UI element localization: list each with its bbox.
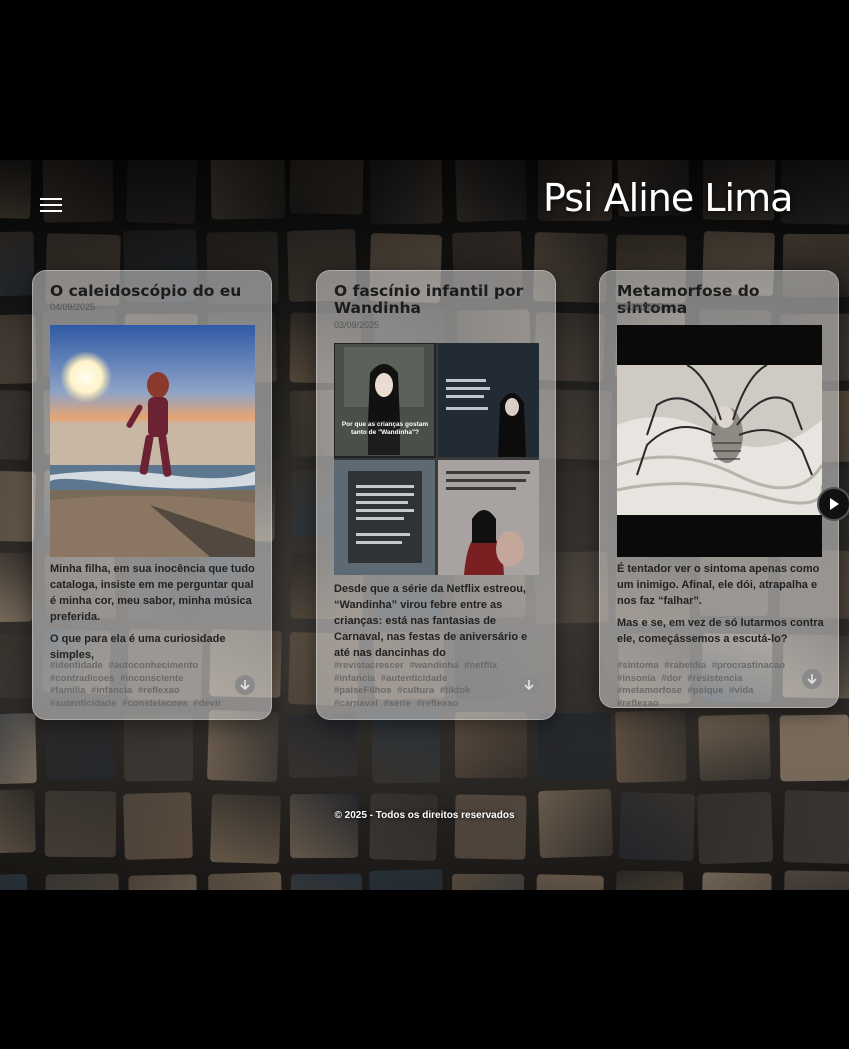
tag[interactable]: #netflix xyxy=(464,660,497,671)
tag[interactable]: #dor xyxy=(661,673,682,684)
tag[interactable]: #revistacrescer xyxy=(334,660,404,671)
post-excerpt: É tentador ver o sintoma apenas como um … xyxy=(617,563,824,645)
post-tags: #identidade #autoconhecimento #contradic… xyxy=(50,660,225,710)
menu-button[interactable] xyxy=(40,198,62,214)
post-image-bed-creature[interactable] xyxy=(617,325,822,557)
arrow-down-icon xyxy=(240,680,250,691)
tag[interactable]: #contradicoes xyxy=(50,673,114,684)
tag[interactable]: #infancia xyxy=(334,673,375,684)
tag[interactable]: #infancia xyxy=(91,685,132,696)
tag[interactable]: #insonia xyxy=(617,673,656,684)
post-card-2[interactable]: O fascínio infantil por Wandinha 03/09/2… xyxy=(316,270,556,720)
expand-down-button[interactable] xyxy=(519,675,539,695)
tag[interactable]: #identidade xyxy=(50,660,103,671)
site-logo[interactable]: Psi Aline Lima xyxy=(543,176,793,220)
tag[interactable]: #devir xyxy=(193,698,221,709)
tag[interactable]: #rabeldia xyxy=(664,660,706,671)
post-date: 03/09/2025 xyxy=(617,302,663,312)
arrow-down-icon xyxy=(524,680,534,691)
carousel-next-button[interactable] xyxy=(817,487,849,521)
tag[interactable]: #serie xyxy=(383,698,410,709)
next-arrow-icon xyxy=(830,498,839,510)
tag[interactable]: #paiseFilhos xyxy=(334,685,392,696)
post-excerpt: Desde que a série da Netflix estreou, “W… xyxy=(334,583,528,659)
post-image-wandinha-collage[interactable]: Por que as crianças gostam tanto de "Wan… xyxy=(334,343,539,575)
post-date: 03/09/2025 xyxy=(334,320,380,330)
tag[interactable]: #sintoma xyxy=(617,660,659,671)
expand-down-button[interactable] xyxy=(802,669,822,689)
tag[interactable]: #autoconhecimento xyxy=(108,660,198,671)
tag[interactable]: #cultura xyxy=(397,685,434,696)
post-card-3[interactable]: Metamorfose do sintoma 03/09/2025 É tent… xyxy=(599,270,839,710)
tag[interactable]: #familia xyxy=(50,685,85,696)
tag[interactable]: #tiktok xyxy=(440,685,471,696)
post-tags: #sintoma #rabeldia #procrastinacao #inso… xyxy=(617,660,792,710)
tag[interactable]: #inconsciente xyxy=(120,673,183,684)
post-tags: #revistacrescer #wandinha #netflix #infa… xyxy=(334,660,509,710)
post-date: 04/09/2025 xyxy=(50,302,96,312)
tag[interactable]: #autenticidade xyxy=(50,698,117,709)
tag[interactable]: #wandinha xyxy=(409,660,458,671)
tag[interactable]: #reflexao xyxy=(138,685,180,696)
arrow-down-icon xyxy=(807,674,817,685)
tag[interactable]: #procrastinacao xyxy=(712,660,785,671)
tag[interactable]: #psique xyxy=(688,685,724,696)
footer-copyright: © 2025 - Todos os direitos reservados xyxy=(334,810,515,821)
tag[interactable]: #metamorfose xyxy=(617,685,682,696)
tag[interactable]: #constelacoes xyxy=(122,698,187,709)
post-title[interactable]: O fascínio infantil por Wandinha xyxy=(334,283,544,317)
hamburger-menu-icon xyxy=(40,198,62,200)
tag[interactable]: #vida xyxy=(729,685,753,696)
post-image-beach[interactable] xyxy=(50,325,255,557)
expand-down-button[interactable] xyxy=(235,675,255,695)
post-excerpt: Minha filha, em sua inocência que tudo c… xyxy=(50,563,255,661)
tag[interactable]: #reflexao xyxy=(417,698,459,709)
collage-caption: Por que as crianças gostam tanto de "Wan… xyxy=(341,421,429,436)
post-title[interactable]: O caleidoscópio do eu xyxy=(50,283,260,300)
tag[interactable]: #resistencia xyxy=(687,673,742,684)
tag[interactable]: #autenticidade xyxy=(381,673,448,684)
post-card-1[interactable]: O caleidoscópio do eu 04/09/2025 Minha f… xyxy=(32,270,272,720)
tag[interactable]: #reflexao xyxy=(617,698,659,709)
tag[interactable]: #carnaval xyxy=(334,698,378,709)
